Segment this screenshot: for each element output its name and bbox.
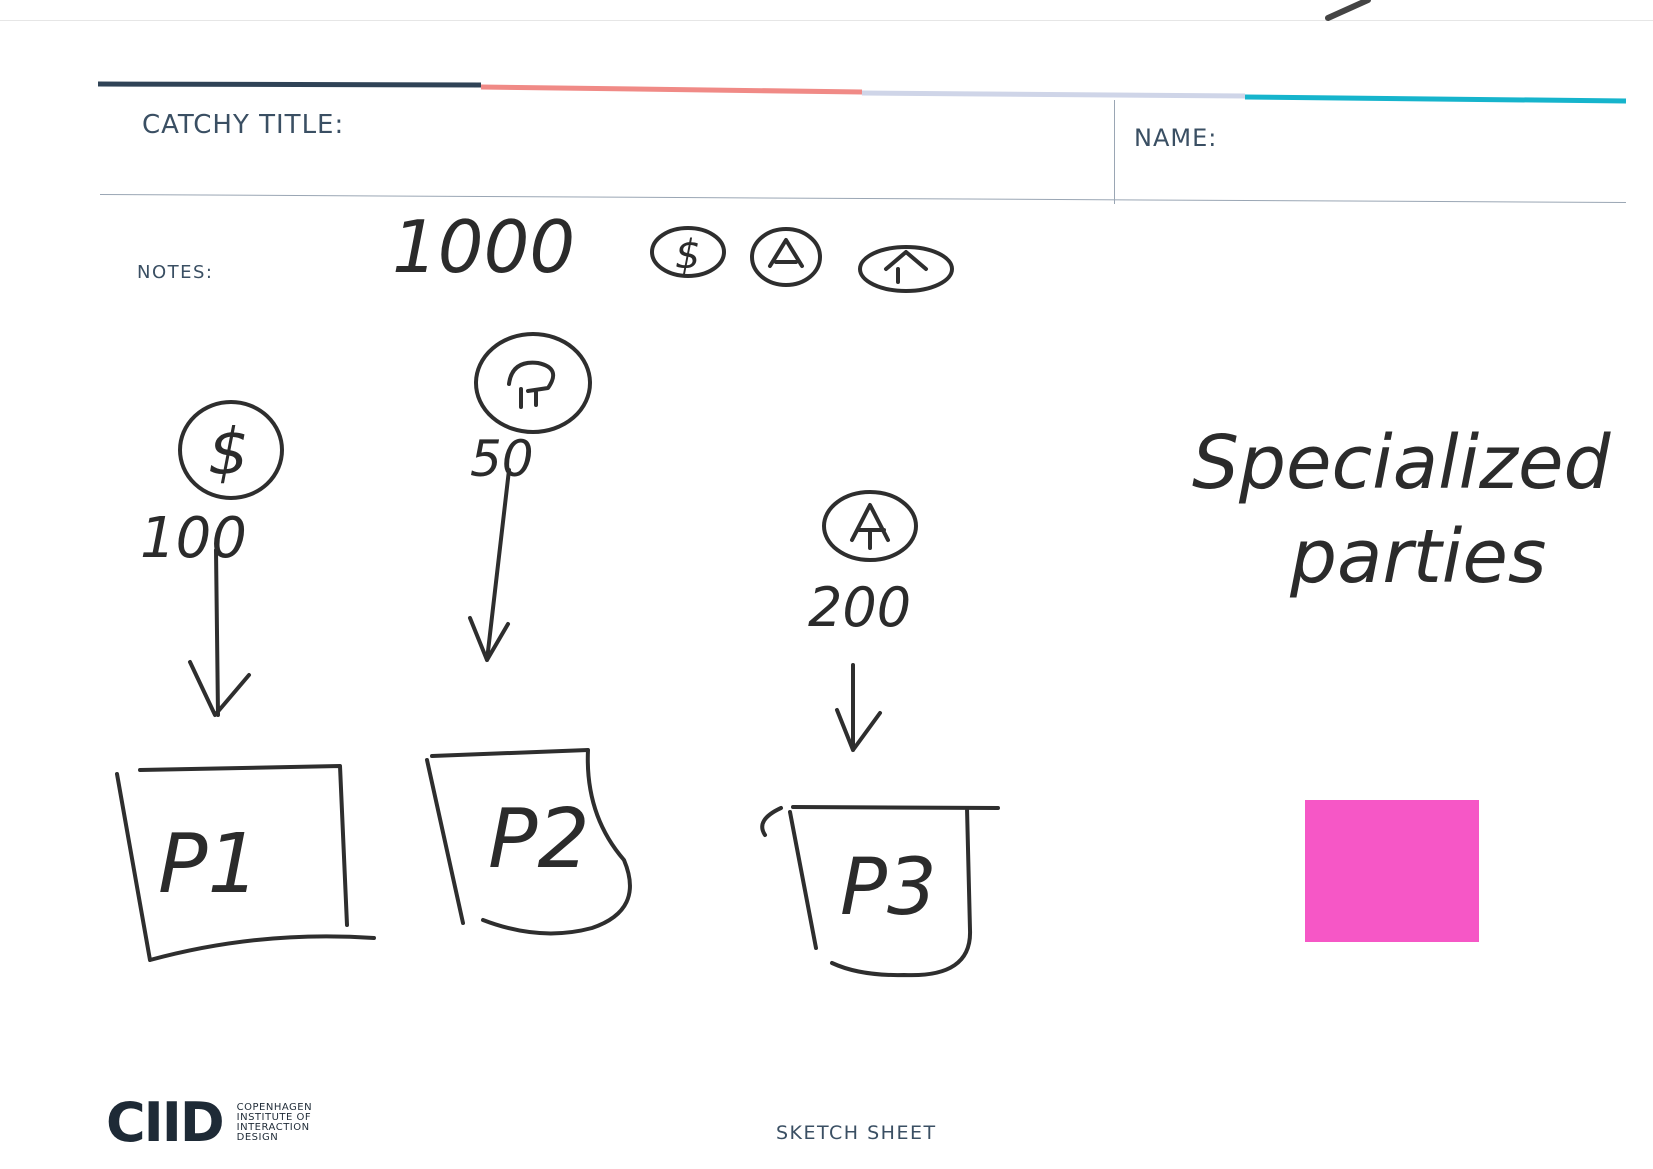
logo-mark: CIID <box>106 1091 225 1154</box>
svg-text:$: $ <box>675 232 700 278</box>
amount-3: 200 <box>808 576 911 639</box>
hand-sketch: 1000 $ $ 100 P1 50 P2 200 P3 Specialized… <box>115 205 1612 978</box>
sketch-sheet: CATCHY TITLE: NAME: NOTES: 1000 $ $ 100 <box>0 0 1653 1169</box>
dollar-coin-icon-top: $ <box>650 226 726 278</box>
amount-1: 100 <box>140 506 247 571</box>
box-p2-label: P2 <box>488 792 590 887</box>
side-note-line-1: Specialized <box>1192 420 1612 506</box>
tree-coin-icon <box>474 332 592 434</box>
sketch-column-1: $ 100 P1 <box>115 400 376 962</box>
svg-text:$: $ <box>208 416 249 490</box>
tree-coin-icon-top <box>858 245 954 293</box>
logo-subtitle: COPENHAGEN INSTITUTE OF INTERACTION DESI… <box>237 1103 312 1143</box>
sketch-sheet-label: SKETCH SHEET <box>776 1122 937 1144</box>
sketch-column-3: 200 P3 <box>760 490 1000 978</box>
box-p3-label: P3 <box>840 843 937 933</box>
arrow-down-icon <box>468 468 511 662</box>
top-total: 1000 <box>392 205 575 289</box>
amount-2: 50 <box>470 430 534 488</box>
side-note: Specialized parties <box>1192 420 1612 600</box>
house-coin-icon-top <box>750 227 822 287</box>
logo-line: DESIGN <box>236 1132 279 1143</box>
pink-sticky-note <box>1305 800 1479 942</box>
dollar-coin-icon: $ <box>178 400 284 500</box>
house-coin-icon <box>822 490 918 562</box>
box-p1-label: P1 <box>158 817 260 912</box>
ciid-logo: CIID COPENHAGEN INSTITUTE OF INTERACTION… <box>106 1096 312 1150</box>
sketch-column-2: 50 P2 <box>425 332 632 936</box>
arrow-down-icon <box>188 548 251 717</box>
arrow-down-icon <box>835 663 882 752</box>
side-note-line-2: parties <box>1289 514 1546 600</box>
